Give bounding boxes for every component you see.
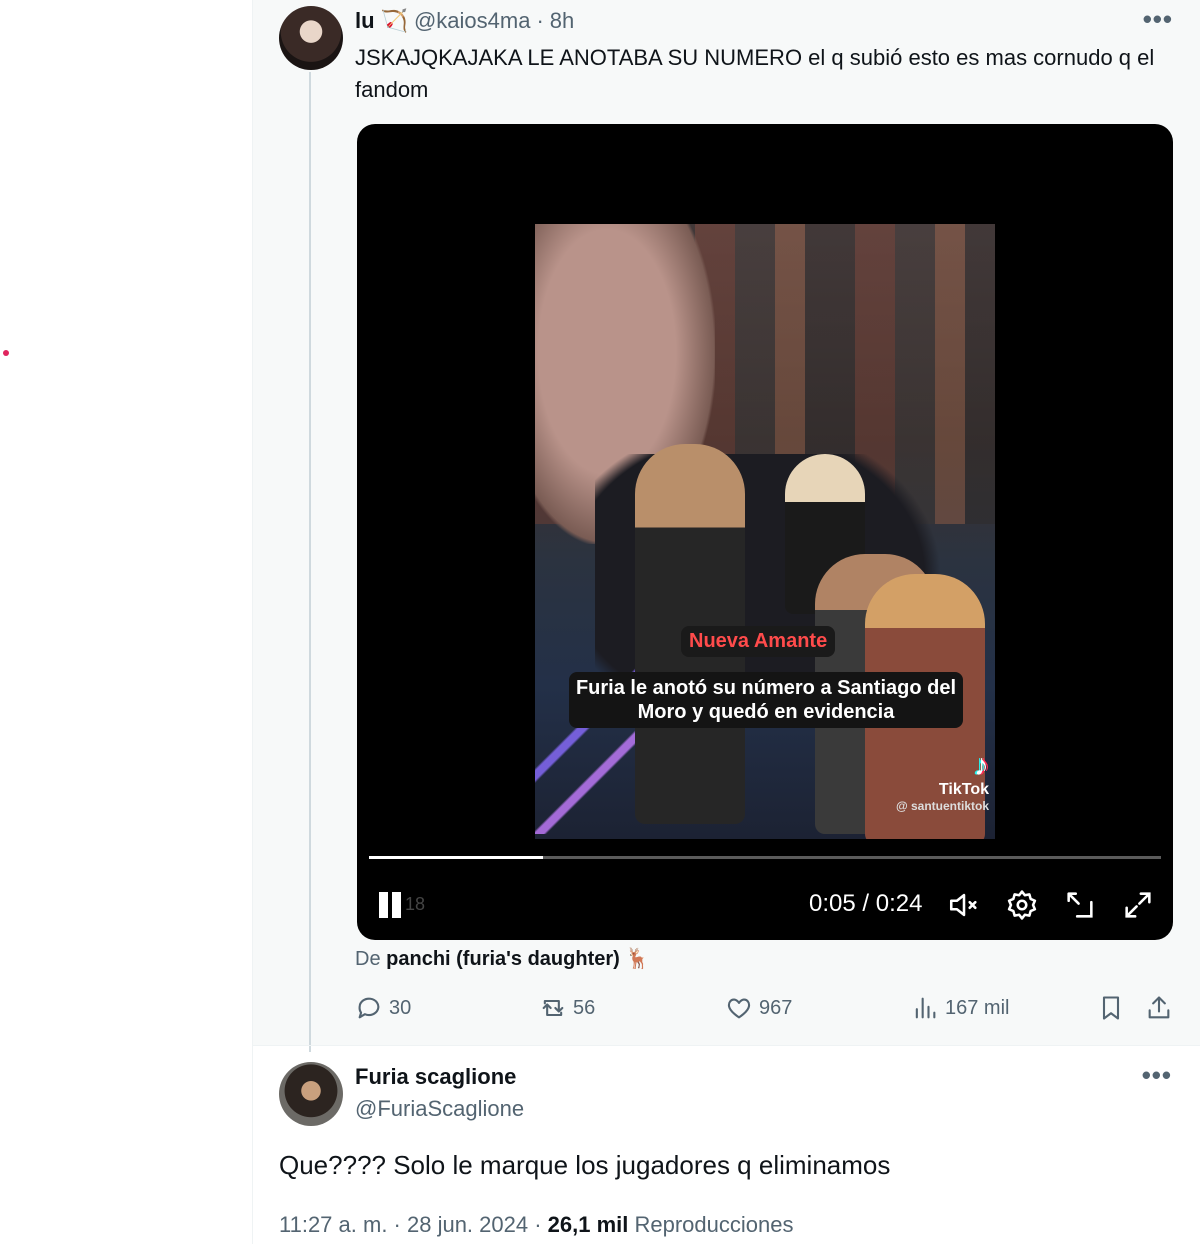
more-options-icon[interactable]: ••• bbox=[1142, 1062, 1172, 1088]
display-name[interactable]: lu bbox=[355, 8, 375, 34]
video-player[interactable]: Nueva Amante Furia le anotó su número a … bbox=[357, 124, 1173, 940]
view-count: 26,1 mil bbox=[547, 1212, 629, 1237]
more-options-icon[interactable]: ••• bbox=[1143, 6, 1173, 32]
tiktok-watermark: ♪ TikTok @ santuentiktok bbox=[895, 749, 989, 814]
bookmark-icon bbox=[1102, 996, 1120, 1020]
conversation-column: lu 🏹 @kaios4ma · 8h ••• JSKAJQKAJAKA LE … bbox=[252, 0, 1200, 1244]
notification-dot bbox=[3, 350, 9, 356]
tweet-metadata: 11:27 a. m. · 28 jun. 2024 · 26,1 mil Re… bbox=[279, 1212, 793, 1238]
fullscreen-icon[interactable] bbox=[1121, 888, 1155, 922]
tiktok-username: @ santuentiktok bbox=[895, 799, 989, 813]
source-account-link[interactable]: panchi (furia's daughter) 🦌 bbox=[386, 948, 650, 970]
analytics-icon bbox=[915, 997, 936, 1019]
reply-count: 30 bbox=[389, 996, 412, 1019]
thread-connector-line bbox=[309, 72, 311, 1052]
display-name[interactable]: Furia scaglione bbox=[355, 1064, 516, 1090]
tweet-time[interactable]: 8h bbox=[550, 8, 574, 34]
avatar[interactable] bbox=[279, 6, 343, 70]
views-label: Reproducciones bbox=[634, 1212, 794, 1237]
divider bbox=[253, 1045, 1200, 1046]
picture-in-picture-icon[interactable] bbox=[1063, 888, 1097, 922]
views-button[interactable]: 167 mil bbox=[911, 994, 1009, 1022]
ghost-text: 18 bbox=[405, 894, 426, 914]
video-source-attribution: De panchi (furia's daughter) 🦌 bbox=[355, 946, 650, 971]
parent-tweet[interactable]: lu 🏹 @kaios4ma · 8h ••• JSKAJQKAJAKA LE … bbox=[253, 0, 1200, 1052]
share-icon bbox=[1148, 996, 1170, 1019]
video-caption-subtitle: Furia le anotó su número a Santiago del … bbox=[569, 672, 963, 728]
reply-button[interactable]: 30 bbox=[355, 994, 411, 1022]
from-prefix: De bbox=[355, 948, 381, 970]
view-count: 167 mil bbox=[945, 996, 1010, 1019]
user-handle[interactable]: @FuriaScaglione bbox=[355, 1096, 524, 1122]
bookmark-button[interactable] bbox=[1097, 994, 1125, 1022]
tiktok-icon: ♪ bbox=[974, 749, 989, 782]
video-caption-title: Nueva Amante bbox=[681, 626, 836, 657]
video-progress-bar[interactable] bbox=[369, 856, 1161, 859]
repost-count: 56 bbox=[573, 996, 596, 1019]
settings-gear-icon[interactable] bbox=[1005, 888, 1039, 922]
video-timecode: 0:05 / 0:24 bbox=[809, 890, 923, 917]
tweet-text: JSKAJQKAJAKA LE ANOTABA SU NUMERO el q s… bbox=[355, 45, 1155, 102]
video-controls: 18 0:05 / 0:24 bbox=[357, 884, 1173, 928]
repost-icon bbox=[542, 999, 564, 1017]
like-button[interactable]: 967 bbox=[725, 994, 792, 1022]
like-count: 967 bbox=[759, 996, 793, 1019]
volume-muted-icon[interactable] bbox=[947, 888, 981, 922]
repost-button[interactable]: 56 bbox=[539, 994, 595, 1022]
pause-icon[interactable] bbox=[379, 892, 405, 918]
left-gutter bbox=[0, 0, 252, 1244]
video-frame[interactable]: Nueva Amante Furia le anotó su número a … bbox=[535, 224, 995, 839]
avatar[interactable] bbox=[279, 1062, 343, 1126]
tiktok-label: TikTok bbox=[938, 781, 989, 798]
tweet-text: Que???? Solo le marque los jugadores q e… bbox=[279, 1150, 891, 1180]
tweet-header: lu 🏹 @kaios4ma · 8h bbox=[355, 8, 574, 34]
user-handle[interactable]: @kaios4ma bbox=[414, 8, 531, 34]
tweet-actions: 30 56 967 167 mil bbox=[355, 994, 1175, 1028]
bow-emoji-icon: 🏹 bbox=[380, 8, 408, 33]
reply-icon bbox=[358, 997, 380, 1019]
share-button[interactable] bbox=[1145, 994, 1173, 1022]
tweet-timestamp[interactable]: 11:27 a. m. · 28 jun. 2024 · bbox=[279, 1212, 542, 1237]
separator-dot: · bbox=[536, 8, 544, 33]
video-progress-fill bbox=[369, 856, 544, 859]
heart-icon bbox=[727, 998, 751, 1019]
